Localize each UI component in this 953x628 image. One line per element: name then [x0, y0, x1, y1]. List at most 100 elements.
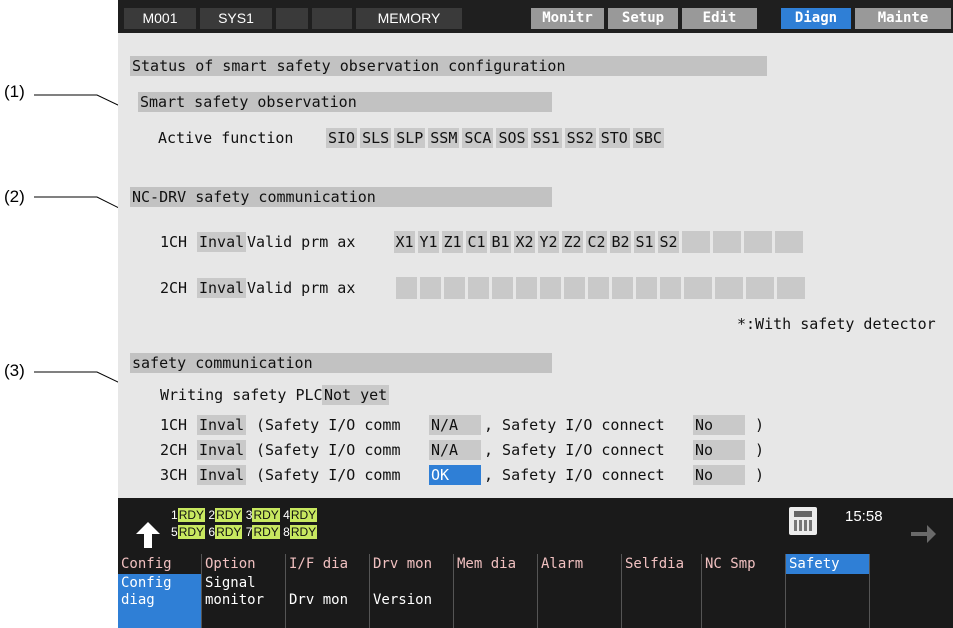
up-arrow-icon[interactable]: [133, 520, 163, 550]
safety-3ch-label: 3CH: [160, 466, 188, 484]
axis-cell: [715, 277, 743, 299]
smart-safety-header: Smart safety observation: [138, 92, 552, 112]
axis-cell: [444, 277, 465, 299]
fkey-drive-monitor[interactable]: Drv mon: [370, 554, 454, 574]
callout-1: (1): [4, 82, 25, 101]
clock: 15:58: [845, 508, 883, 525]
function-sto: STO: [598, 128, 630, 148]
axis-cell: [682, 231, 710, 253]
tab-monitor[interactable]: Monitr: [531, 8, 604, 29]
axis-cell: [492, 277, 513, 299]
softkey-empty[interactable]: [454, 574, 538, 628]
safety-1ch-comm-label: (Safety I/O comm: [256, 416, 401, 434]
axis-cell: Y2: [538, 231, 559, 253]
axis-cell: [713, 231, 741, 253]
fkey-empty[interactable]: [870, 554, 953, 574]
axis-cell: S1: [634, 231, 655, 253]
fkey-nc-sampling[interactable]: NC Smp: [702, 554, 786, 574]
fkey-if-diagnosis[interactable]: I/F dia: [286, 554, 370, 574]
softkey-empty[interactable]: [622, 574, 702, 628]
safety-2ch-connect-label: , Safety I/O connect: [484, 441, 665, 459]
fkey-option[interactable]: Option: [202, 554, 286, 574]
axis-cell: Y1: [418, 231, 439, 253]
fkey-safety[interactable]: Safety: [786, 554, 870, 574]
ncdrv-2ch-label: 2CH: [160, 279, 188, 297]
softkey-drive-monitor[interactable]: Drv mon: [286, 574, 370, 628]
safety-1ch-status: Inval: [197, 415, 247, 435]
tab-setup[interactable]: Setup: [608, 8, 678, 29]
tab-edit[interactable]: Edit: [682, 8, 757, 29]
axis-cell: [744, 231, 772, 253]
safety-2ch-status: Inval: [197, 440, 247, 460]
ncdrv-2ch-axes: [396, 277, 805, 299]
program-number: M001: [124, 8, 196, 29]
rdy-row-1: 1RDY 2RDY 3RDY 4RDY: [171, 508, 318, 522]
softkey-empty[interactable]: [870, 574, 953, 628]
axis-cell: [612, 277, 633, 299]
function-ssm: SSM: [428, 128, 460, 148]
softkey-signal-monitor[interactable]: Signal monitor: [202, 574, 286, 628]
safety-3ch-status: Inval: [197, 465, 247, 485]
rdy-row-2: 5RDY 6RDY 7RDY 8RDY: [171, 525, 318, 539]
safety-3ch-connect-value: No: [693, 465, 745, 485]
fkey-selfdiagnosis[interactable]: Selfdia: [622, 554, 702, 574]
fkey-config[interactable]: Config: [118, 554, 202, 574]
axis-cell: B1: [490, 231, 511, 253]
axis-cell: [660, 277, 681, 299]
axis-cell: [468, 277, 489, 299]
safety-2ch-close: ): [755, 441, 765, 459]
softkey-version[interactable]: Version: [370, 574, 454, 628]
softkey-empty[interactable]: [786, 574, 870, 628]
safety-3ch-comm-value: OK: [429, 465, 481, 485]
axis-cell: S2: [658, 231, 679, 253]
bottom-bar: 1RDY 2RDY 3RDY 4RDY 5RDY 6RDY 7RDY 8RDY …: [118, 498, 953, 628]
status-cell-empty-1: [276, 8, 308, 29]
active-function-list: SIO SLS SLP SSM SCA SOS SS1 SS2 STO SBC: [326, 128, 664, 148]
axis-cell: [564, 277, 585, 299]
function-ss1: SS1: [530, 128, 562, 148]
ncdrv-safety-header: NC-DRV safety communication: [130, 187, 552, 207]
axis-cell: [684, 277, 712, 299]
axis-cell: X1: [394, 231, 415, 253]
function-sio: SIO: [326, 128, 358, 148]
safety-comm-header: safety communication: [130, 353, 552, 373]
softkey-empty[interactable]: [538, 574, 622, 628]
active-function-label: Active function: [158, 129, 294, 147]
writing-safety-plc-value: Not yet: [322, 385, 390, 405]
operation-mode: MEMORY: [356, 8, 462, 29]
tab-diagnosis[interactable]: Diagn: [781, 8, 851, 29]
function-sbc: SBC: [632, 128, 664, 148]
fkey-alarm[interactable]: Alarm: [538, 554, 622, 574]
softkey-config-diagnosis[interactable]: Config diag: [118, 574, 202, 628]
axis-cell: [777, 277, 805, 299]
writing-safety-plc-label: Writing safety PLC: [160, 386, 323, 404]
axis-cell: [396, 277, 417, 299]
soft-key-row: Config diag Signal monitor Drv mon Versi…: [118, 574, 953, 628]
function-sos: SOS: [496, 128, 528, 148]
ncdrv-1ch-status: Inval: [197, 232, 247, 252]
axis-cell: [516, 277, 537, 299]
safety-1ch-label: 1CH: [160, 416, 188, 434]
ncdrv-1ch-label: 1CH: [160, 233, 188, 251]
axis-cell: X2: [514, 231, 535, 253]
right-arrow-icon[interactable]: [909, 522, 937, 546]
function-slp: SLP: [394, 128, 426, 148]
calculator-icon[interactable]: [789, 507, 817, 535]
ncdrv-2ch-valid-label: Valid prm ax: [247, 279, 356, 297]
softkey-empty[interactable]: [702, 574, 786, 628]
function-key-row: Config Option I/F dia Drv mon Mem dia Al…: [118, 554, 953, 574]
safety-detector-note: *:With safety detector: [737, 315, 936, 333]
axis-cell: Z2: [562, 231, 583, 253]
function-sls: SLS: [360, 128, 392, 148]
ncdrv-1ch-axes: X1 Y1 Z1 C1 B1 X2 Y2 Z2 C2 B2 S1 S2: [394, 231, 803, 253]
fkey-memory-diagnosis[interactable]: Mem dia: [454, 554, 538, 574]
function-ss2: SS2: [564, 128, 596, 148]
top-status-bar: M001 SYS1 MEMORY Monitr Setup Edit Diagn…: [118, 0, 953, 33]
ncdrv-2ch-status: Inval: [197, 278, 247, 298]
axis-cell: [636, 277, 657, 299]
safety-2ch-comm-value: N/A: [429, 440, 481, 460]
safety-1ch-close: ): [755, 416, 765, 434]
tab-maintenance[interactable]: Mainte: [855, 8, 951, 29]
system-name: SYS1: [200, 8, 272, 29]
axis-cell: [746, 277, 774, 299]
